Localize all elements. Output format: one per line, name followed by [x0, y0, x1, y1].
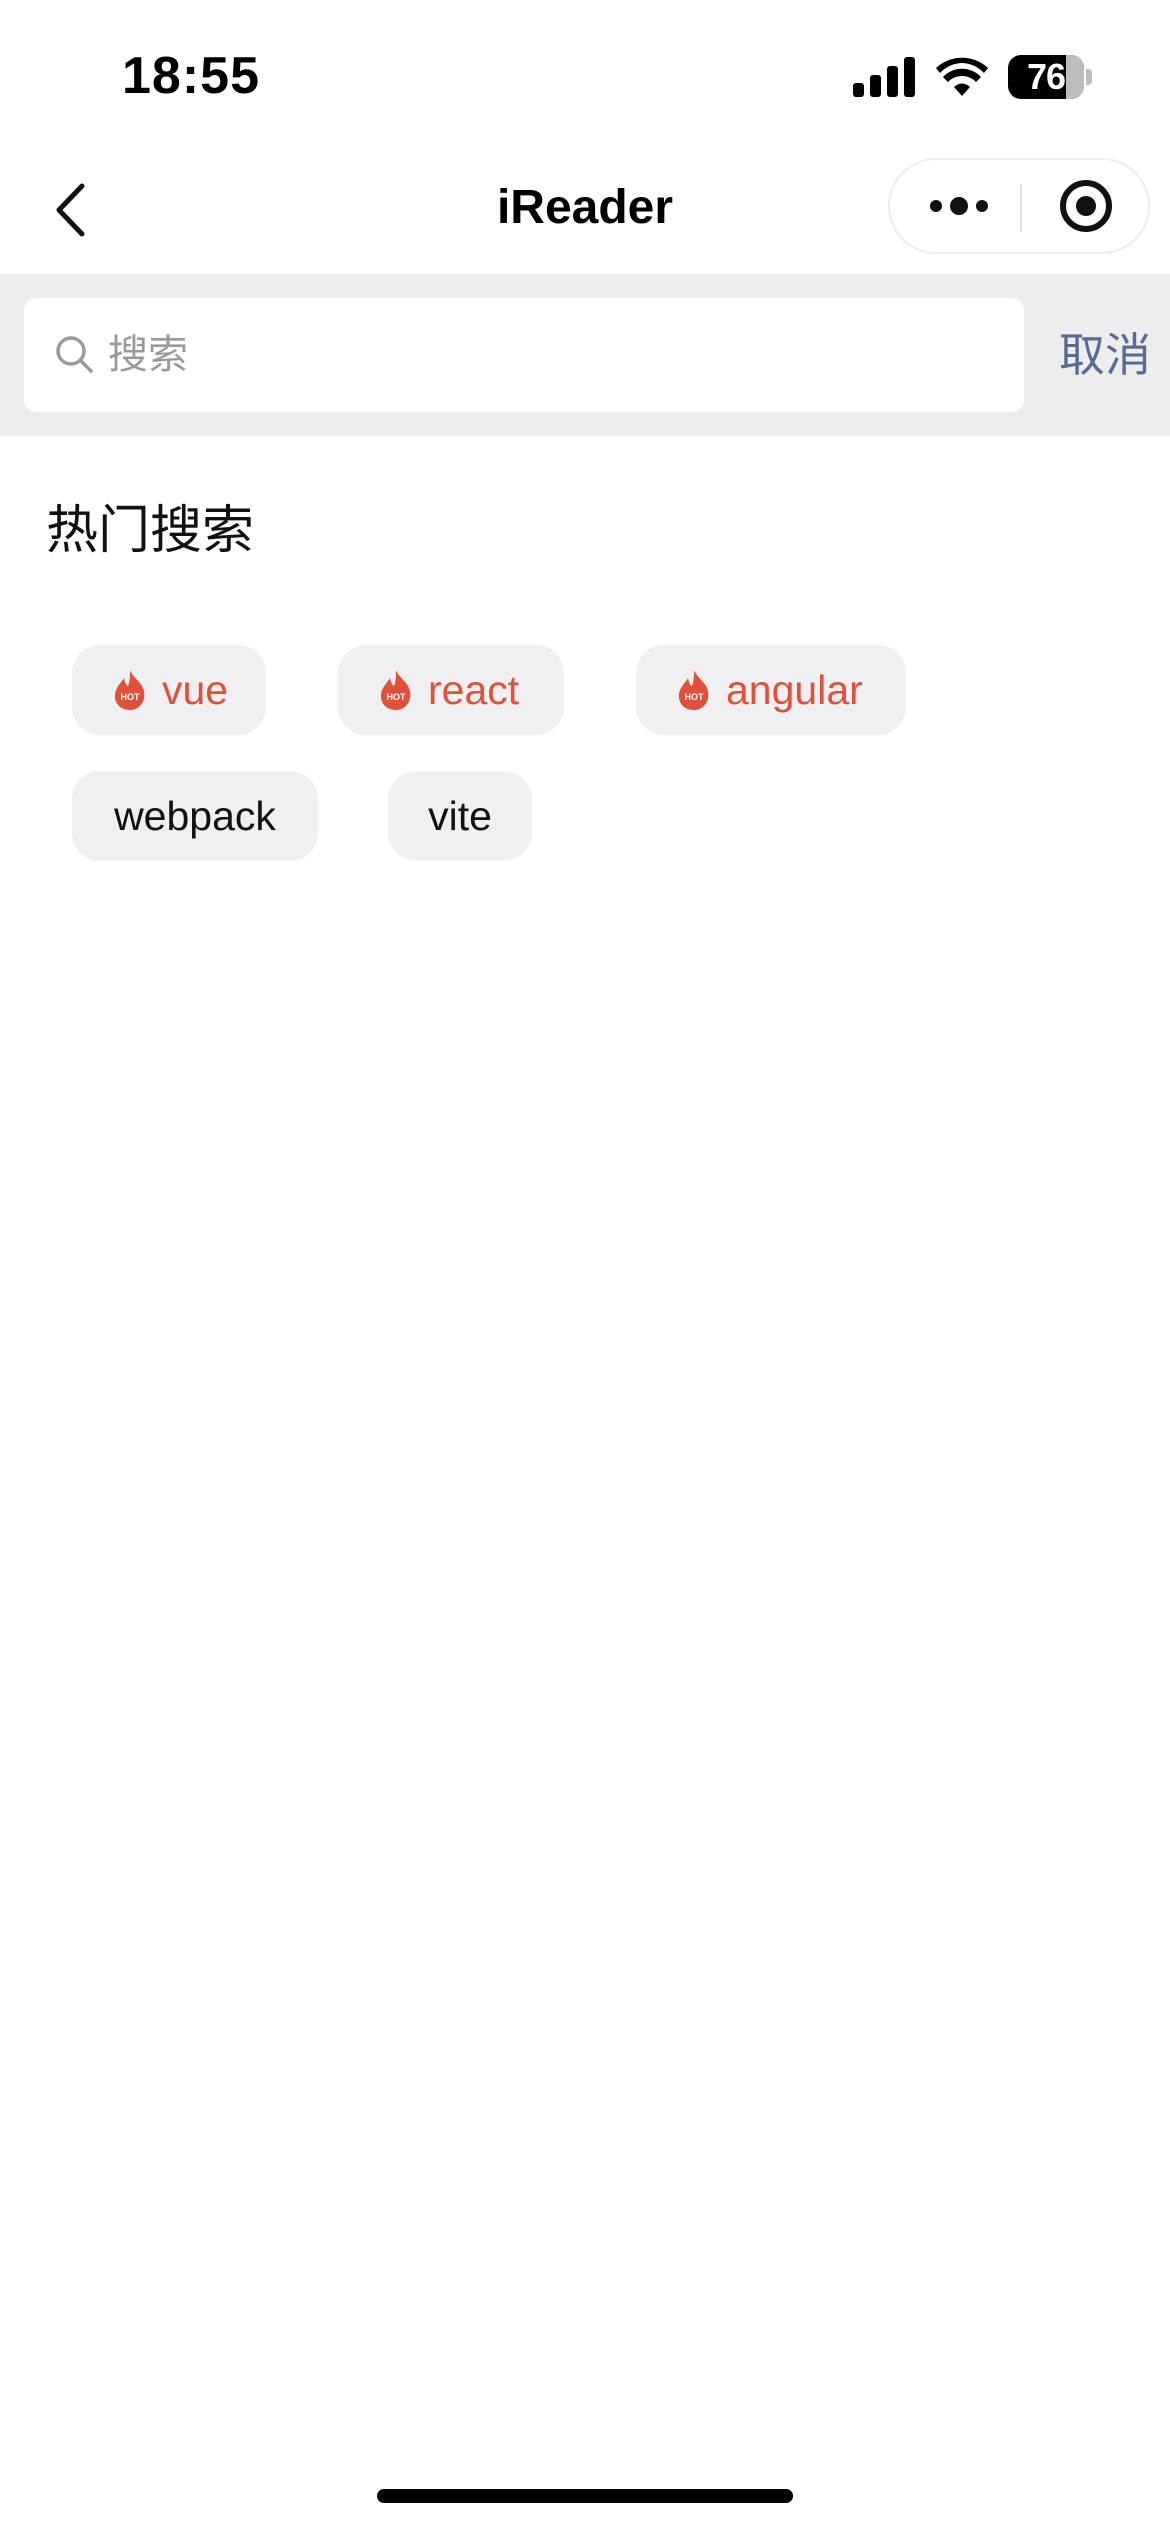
more-dots-icon [930, 197, 988, 215]
tag-webpack[interactable]: webpack [72, 771, 318, 861]
battery-percent: 76 [1026, 56, 1066, 97]
search-bar: 取消 [0, 274, 1170, 436]
tag-vue[interactable]: HOT vue [72, 645, 266, 735]
hot-badge-text: HOT [121, 692, 141, 702]
hot-flame-icon: HOT [114, 670, 145, 710]
more-button[interactable] [900, 160, 1018, 252]
tag-label: react [428, 666, 520, 713]
nav-bar: iReader [0, 150, 1170, 274]
status-bar: 18:55 76 [0, 0, 1170, 150]
search-box[interactable] [24, 298, 1024, 412]
battery-cap [1086, 69, 1092, 85]
tag-label: vite [428, 792, 492, 839]
battery-icon: 76 [1008, 55, 1092, 99]
home-indicator[interactable] [377, 2489, 793, 2503]
tag-label: vue [162, 666, 229, 713]
search-icon [56, 336, 93, 373]
signal-icon [853, 57, 915, 97]
hot-badge-text: HOT [387, 692, 407, 702]
hot-flame-icon: HOT [678, 670, 709, 710]
capsule-divider [1020, 184, 1022, 232]
hot-badge-text: HOT [685, 692, 705, 702]
cancel-button[interactable]: 取消 [1040, 274, 1170, 436]
tag-vite[interactable]: vite [388, 771, 532, 861]
wifi-icon [936, 57, 988, 96]
search-input[interactable] [108, 298, 998, 412]
close-target-icon [1060, 180, 1112, 232]
close-miniapp-button[interactable] [1024, 160, 1148, 252]
hot-search-title: 热门搜索 [46, 501, 255, 561]
status-time: 18:55 [122, 47, 260, 105]
tag-angular[interactable]: HOT angular [636, 645, 906, 735]
miniapp-capsule [888, 158, 1150, 254]
tag-react[interactable]: HOT react [338, 645, 564, 735]
tag-label: angular [726, 666, 863, 713]
battery-body: 76 [1008, 55, 1084, 99]
hot-flame-icon: HOT [380, 670, 411, 710]
tag-label: webpack [114, 792, 276, 839]
search-page: 18:55 76 iReader 搜索 取消 热门搜索 HOT vue HOT … [0, 0, 1170, 2532]
